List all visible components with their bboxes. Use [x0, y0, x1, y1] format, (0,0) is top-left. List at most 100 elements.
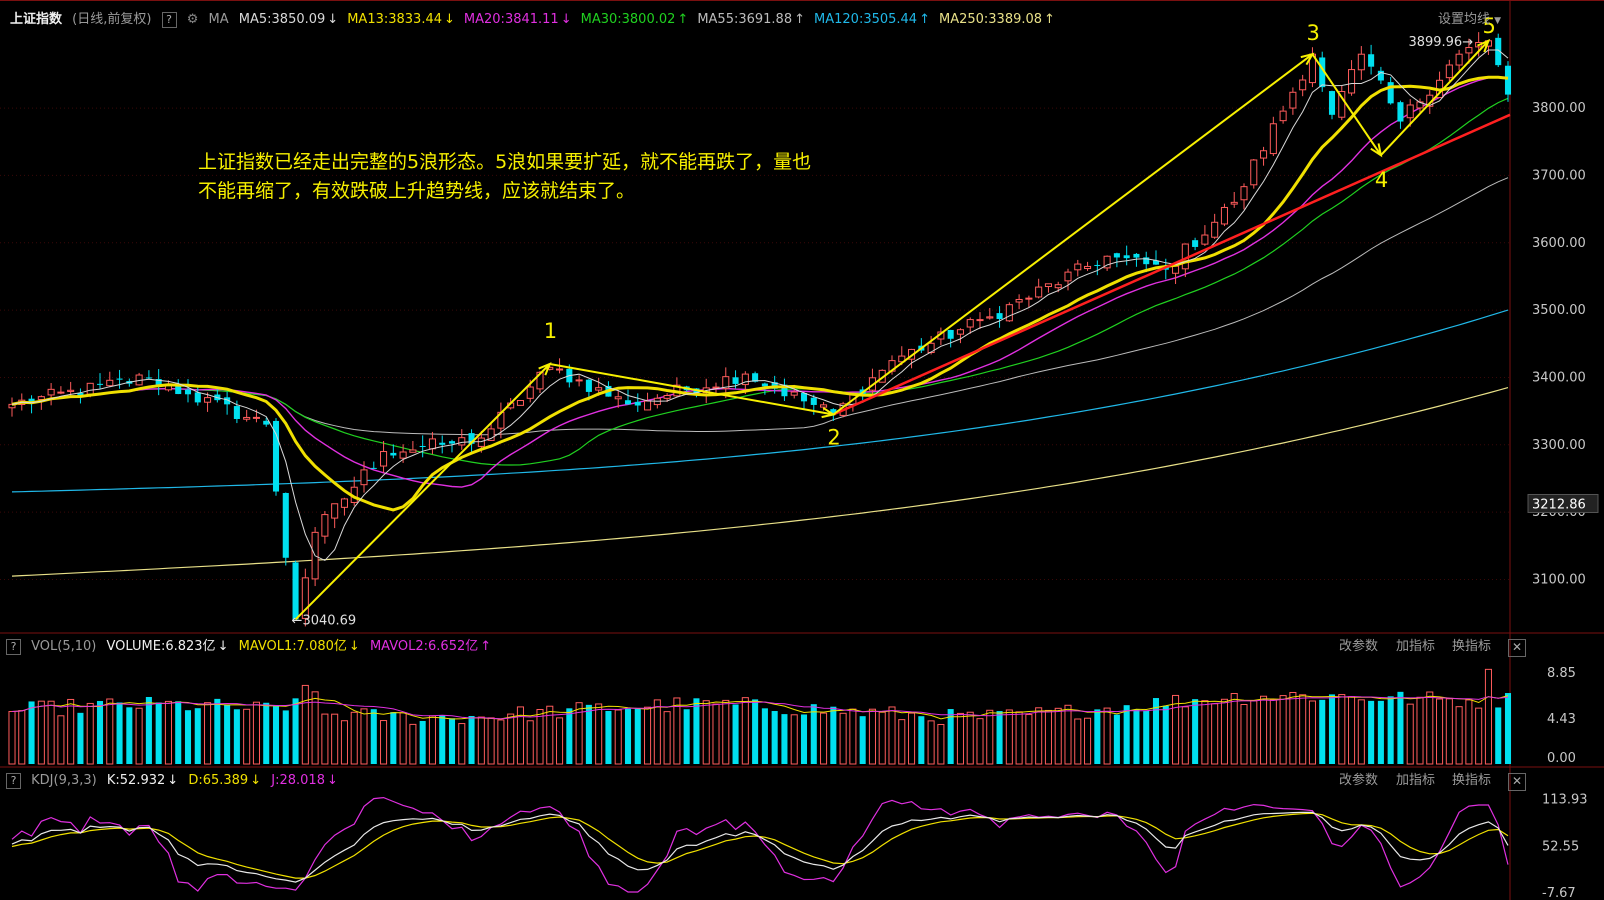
volume-bar: [1103, 707, 1111, 765]
high-price-label: 3899.96→: [1408, 35, 1473, 50]
volume-bar: [1426, 691, 1434, 765]
volume-bar: [1269, 699, 1277, 765]
candle-body: [1220, 206, 1228, 225]
volume-bar: [585, 704, 592, 764]
settings-ma-button[interactable]: 设置均线 ▼: [1438, 9, 1501, 32]
arrow-up-icon: ↑: [919, 12, 930, 27]
kdj-params-button[interactable]: 改参数: [1339, 770, 1378, 792]
candle-body: [204, 397, 212, 403]
vol-close-icon[interactable]: ✕: [1508, 639, 1526, 657]
vol-tick-label: 4.43: [1547, 712, 1576, 727]
candle: [624, 389, 632, 405]
candle-body: [624, 400, 632, 405]
candle: [224, 391, 231, 415]
candle-body: [439, 442, 446, 445]
volume-bar: [1230, 693, 1238, 765]
volume-bar: [1348, 696, 1356, 765]
candle: [947, 329, 954, 348]
vol-add-indicator-button[interactable]: 加指标: [1396, 636, 1435, 658]
volume-bar: [145, 696, 152, 764]
candle-body: [194, 392, 201, 403]
volume-bar: [712, 703, 720, 765]
candle: [1113, 252, 1120, 268]
wave-lines: [294, 38, 1491, 621]
volume-bar: [360, 708, 368, 765]
vol-params-button[interactable]: 改参数: [1339, 636, 1378, 658]
help-icon[interactable]: ?: [161, 11, 177, 28]
volume-bar: [800, 714, 808, 764]
volume-bar: [1113, 714, 1120, 764]
candle-body: [1123, 255, 1130, 259]
volume-bar: [996, 711, 1003, 764]
candle-body: [526, 386, 534, 399]
candle-body: [790, 391, 798, 396]
candle-body: [360, 469, 368, 486]
volume-bar: [878, 711, 886, 765]
candle: [1064, 268, 1072, 291]
volume-bar: [1328, 694, 1336, 764]
arrow-down-icon: ↓: [348, 639, 360, 654]
candle: [1377, 66, 1384, 85]
kdj-d: D:65.389 ↓: [188, 773, 261, 788]
ma5-line: [11, 49, 1509, 562]
candle: [1455, 49, 1463, 71]
candle: [1005, 302, 1013, 322]
volume-bar: [1406, 703, 1414, 765]
volume-bar: [1211, 703, 1219, 765]
volume-bar: [419, 720, 426, 764]
volume-bar: [956, 712, 964, 765]
wave-segment: [294, 363, 551, 621]
volume-bar: [1074, 718, 1082, 765]
volume-bar: [653, 699, 661, 765]
candle: [996, 306, 1003, 328]
kdj-j-value: J:28.018: [271, 773, 325, 788]
candle-body: [1348, 69, 1356, 94]
volume-bar: [1299, 694, 1307, 765]
kdj-name: KDJ(9,3,3): [31, 773, 97, 788]
kdj-help-icon[interactable]: ?: [6, 772, 21, 789]
kdj-add-indicator-button[interactable]: 加指标: [1396, 770, 1435, 792]
kdj-switch-indicator-button[interactable]: 换指标: [1452, 770, 1491, 792]
candle: [409, 441, 417, 453]
volume-bar: [47, 700, 55, 765]
kdj-close-icon[interactable]: ✕: [1508, 773, 1526, 791]
ma-item-value: MA120:3505.44: [814, 12, 918, 27]
volume-bar: [859, 716, 866, 764]
candle-body: [1230, 201, 1238, 205]
vol-switch-indicator-button[interactable]: 换指标: [1452, 636, 1491, 658]
candle-body: [1387, 82, 1394, 104]
candle: [243, 409, 251, 422]
volume-bar: [741, 697, 749, 765]
chart-canvas[interactable]: ←3040.693899.96→12345 3100.003200.003300…: [0, 0, 1604, 900]
ma-values: MA5:3850.09 ↓ MA13:3833.44 ↓ MA20:3841.11 ↓ MA…: [239, 12, 1064, 27]
volume-bar: [1289, 691, 1297, 765]
candle-body: [1133, 253, 1140, 258]
volume-bar: [908, 712, 916, 765]
candle-body: [810, 397, 817, 405]
volume-bar: [507, 713, 515, 765]
volume-bar: [1475, 707, 1483, 765]
arrow-up-icon: ↑: [794, 12, 806, 27]
candle-body: [585, 379, 592, 392]
candle-body: [243, 416, 251, 420]
kdj-j-line: [11, 796, 1509, 893]
candle: [781, 378, 788, 401]
volume-bar: [126, 707, 133, 764]
wave-label-3: 3: [1306, 21, 1319, 45]
volume-bar: [224, 704, 231, 764]
candle: [448, 439, 456, 453]
volume-bar: [380, 720, 388, 765]
candle-body: [380, 451, 388, 467]
candle: [800, 392, 808, 410]
candle-body: [1455, 53, 1463, 66]
volume-bar: [301, 684, 309, 765]
candle: [1240, 183, 1248, 210]
volume-bar: [752, 699, 759, 764]
candle-body: [1211, 221, 1219, 238]
candlesticks[interactable]: [8, 32, 1512, 627]
candle: [1368, 44, 1375, 75]
gear-icon[interactable]: ⚙: [187, 12, 199, 27]
volume-bars[interactable]: 0.00 4.43 8.85: [8, 666, 1576, 766]
vol-help-icon[interactable]: ?: [6, 638, 21, 655]
volume-bar: [839, 712, 847, 765]
